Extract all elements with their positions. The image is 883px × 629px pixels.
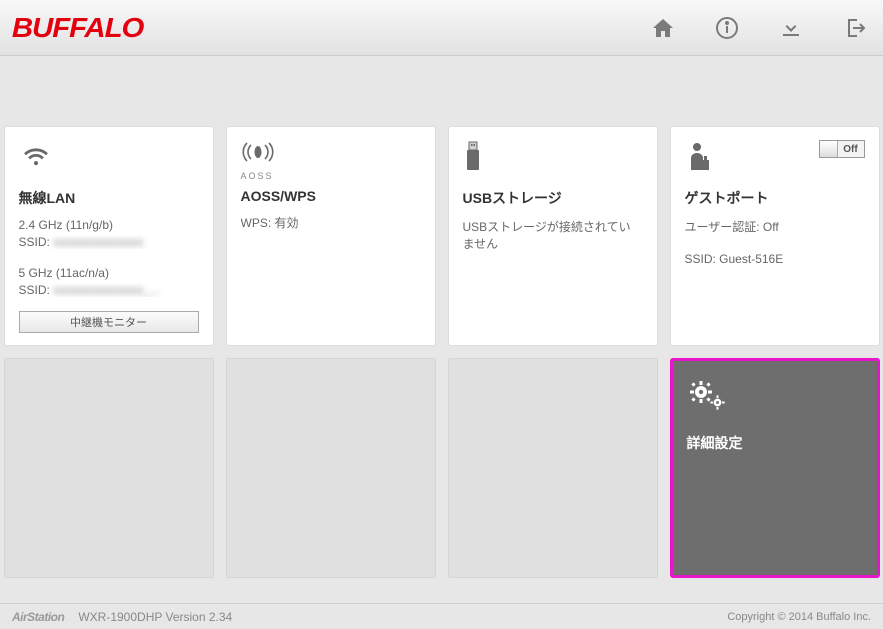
card-empty-2 <box>226 358 436 578</box>
repeater-monitor-button[interactable]: 中継機モニター <box>19 311 199 333</box>
logout-icon[interactable] <box>842 15 868 41</box>
download-icon[interactable] <box>778 15 804 41</box>
header-icon-group <box>650 15 868 41</box>
brand-logo: BUFFALO <box>12 12 143 44</box>
airstation-label: AirStation <box>12 610 64 624</box>
card-empty-3 <box>448 358 658 578</box>
card-title: 詳細設定 <box>687 433 863 453</box>
card-wireless-lan[interactable]: 無線LAN 2.4 GHz (11n/g/b) SSID: xxxxxxxxxx… <box>4 126 214 346</box>
card-empty-1 <box>4 358 214 578</box>
header-bar: BUFFALO <box>0 0 883 56</box>
aoss-icon: AOSS <box>241 140 275 181</box>
card-grid: 無線LAN 2.4 GHz (11n/g/b) SSID: xxxxxxxxxx… <box>0 56 883 578</box>
wlan-5-band: 5 GHz (11ac/n/a) <box>19 266 199 280</box>
card-title: 無線LAN <box>19 188 199 208</box>
toggle-label: Off <box>838 144 864 155</box>
gears-icon <box>687 380 863 419</box>
wifi-icon <box>19 140 53 171</box>
info-icon[interactable] <box>714 15 740 41</box>
toggle-knob <box>820 141 838 157</box>
aoss-icon-label: AOSS <box>241 171 275 181</box>
guest-icon <box>685 140 713 177</box>
guest-ssid: SSID: Guest-516E <box>685 252 865 266</box>
home-icon[interactable] <box>650 15 676 41</box>
usb-status: USBストレージが接続されていません <box>463 218 643 252</box>
card-title: USBストレージ <box>463 188 643 208</box>
guest-auth: ユーザー認証: Off <box>685 218 865 235</box>
card-title: ゲストポート <box>685 188 865 208</box>
card-guest-port[interactable]: Off ゲストポート ユーザー認証: Off SSID: Guest-516E <box>670 126 880 346</box>
wlan-5-ssid: SSID: xxxxxxxxxxxxxxx_... <box>19 283 199 297</box>
card-aoss-wps[interactable]: AOSS AOSS/WPS WPS: 有効 <box>226 126 436 346</box>
card-usb-storage[interactable]: USBストレージ USBストレージが接続されていません <box>448 126 658 346</box>
copyright: Copyright © 2014 Buffalo Inc. <box>727 611 871 623</box>
wps-status: WPS: 有効 <box>241 214 421 231</box>
guest-toggle[interactable]: Off <box>819 140 865 158</box>
card-advanced-settings[interactable]: 詳細設定 <box>670 358 880 578</box>
usb-icon <box>463 140 483 177</box>
footer-bar: AirStation WXR-1900DHP Version 2.34 Copy… <box>0 603 883 629</box>
model-version: WXR-1900DHP Version 2.34 <box>78 610 232 624</box>
wlan-24-ssid: SSID: xxxxxxxxxxxxxxx <box>19 235 199 249</box>
wlan-24-band: 2.4 GHz (11n/g/b) <box>19 218 199 232</box>
card-title: AOSS/WPS <box>241 188 421 204</box>
